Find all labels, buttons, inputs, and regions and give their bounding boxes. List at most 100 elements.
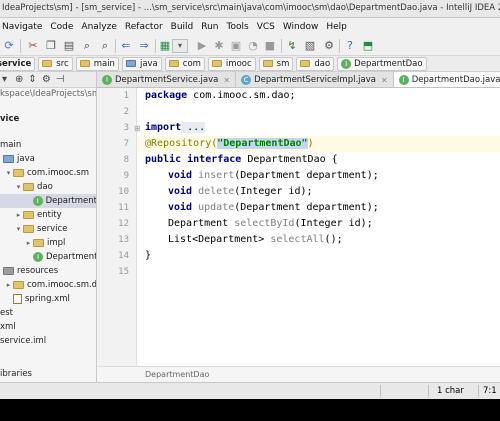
help-icon[interactable]: ? xyxy=(343,39,357,53)
vcs-update-icon[interactable]: ↯ xyxy=(285,39,299,53)
menu-analyze[interactable]: Analyze xyxy=(81,22,116,32)
tree-node-com-imooc-sm-dao[interactable]: ▸ com.imooc.sm.dao xyxy=(4,278,97,292)
tab-departmentdao[interactable]: I DepartmentDao.java ✕ xyxy=(393,72,500,87)
hide-icon[interactable]: ⊣ xyxy=(56,74,65,85)
tree-node-impl[interactable]: ▸ impl xyxy=(24,236,66,250)
menu-bar: Navigate Code Analyze Refactor Build Run… xyxy=(0,18,500,36)
tree-node-departmentservice[interactable]: I Department xyxy=(33,250,96,264)
cut-icon[interactable]: ✂ xyxy=(26,39,40,53)
tree-node-com-imooc-sm[interactable]: ▾ com.imooc.sm xyxy=(4,166,89,180)
method-name: delete xyxy=(192,186,235,197)
nav-crumb-sm[interactable]: sm xyxy=(258,56,294,71)
tree-node-resources[interactable]: ▾ resources xyxy=(0,264,58,278)
line-number: 9 xyxy=(123,171,129,181)
status-caret-position[interactable]: 7:1 xyxy=(483,386,497,396)
interface-icon: I xyxy=(341,58,352,69)
line-number: 12 xyxy=(118,219,129,229)
nav-crumb-dao[interactable]: dao xyxy=(296,56,335,71)
find-icon[interactable]: ⌕ xyxy=(80,39,94,53)
tree-node-label: java xyxy=(17,154,35,164)
code-text: (Department department); xyxy=(234,170,379,181)
replace-icon[interactable]: ⌕ xyxy=(98,39,112,53)
fold-icon[interactable]: ⊞ xyxy=(134,124,141,133)
tree-node-label: main xyxy=(0,140,22,150)
menu-tools[interactable]: Tools xyxy=(227,22,249,32)
run-config-dropdown[interactable]: ▾ xyxy=(172,39,188,53)
tree-node-label: service.iml xyxy=(0,336,47,346)
tree-node-entity[interactable]: ▸ entity xyxy=(14,208,62,222)
nav-crumb-imooc[interactable]: imooc xyxy=(207,56,256,71)
code-line-import[interactable]: import ... xyxy=(145,122,206,133)
menu-refactor[interactable]: Refactor xyxy=(125,22,163,32)
menu-run[interactable]: Run xyxy=(201,22,218,32)
menu-code[interactable]: Code xyxy=(50,22,73,32)
tree-node-main[interactable]: main xyxy=(0,138,21,152)
gear-icon[interactable]: ⚙ xyxy=(42,74,51,85)
menu-window[interactable]: Window xyxy=(283,22,319,32)
paste-icon[interactable]: ▤ xyxy=(62,39,76,53)
tree-node-module[interactable]: vice xyxy=(0,112,19,126)
menu-help[interactable]: Help xyxy=(326,22,347,32)
tree-node-pom-xml[interactable]: xml xyxy=(0,320,16,334)
profile-icon[interactable]: ◔ xyxy=(246,39,260,53)
tab-departmentserviceimpl[interactable]: C DepartmentServiceImpl.java ✕ xyxy=(236,72,394,87)
nav-crumb-com[interactable]: com xyxy=(164,56,205,71)
code-text: (Integer id); xyxy=(234,186,313,197)
menu-vcs[interactable]: VCS xyxy=(257,22,275,32)
annotation: @Repository( xyxy=(145,138,218,149)
tree-node-service[interactable]: ▾ service xyxy=(14,222,68,236)
nav-crumb-label: sm xyxy=(276,58,290,69)
tree-node-departmentdao[interactable]: I Department xyxy=(0,194,97,208)
chevron-down-icon[interactable]: ▾ xyxy=(14,225,23,233)
nav-crumb-departmentdao[interactable]: I DepartmentDao xyxy=(337,56,427,71)
tree-node-spring-xml[interactable]: spring.xml xyxy=(13,292,70,306)
chevron-right-icon[interactable]: ▸ xyxy=(14,211,23,219)
folded-imports[interactable]: ... xyxy=(181,122,206,133)
stop-icon[interactable]: ■ xyxy=(263,39,277,53)
back-icon[interactable]: ⇐ xyxy=(119,39,133,53)
copy-icon[interactable]: ❐ xyxy=(44,39,58,53)
tree-node-test[interactable]: est xyxy=(0,306,13,320)
code-text: Department xyxy=(168,218,229,229)
target-icon[interactable]: ⊕ xyxy=(15,74,23,85)
nav-crumb-src[interactable]: src xyxy=(38,56,73,71)
tab-departmentservice[interactable]: I DepartmentService.java ✕ xyxy=(97,72,237,87)
nav-crumb-main[interactable]: main xyxy=(75,56,119,71)
chevron-right-icon[interactable]: ▸ xyxy=(4,281,13,289)
forward-icon[interactable]: ⇒ xyxy=(137,39,151,53)
nav-crumb-service[interactable]: service xyxy=(0,56,36,71)
collapse-icon[interactable]: ⇕ xyxy=(28,74,36,85)
code-line-interface-decl: public interface DepartmentDao { xyxy=(145,154,338,165)
settings-icon[interactable]: ⚙ xyxy=(322,39,336,53)
menu-navigate[interactable]: Navigate xyxy=(2,22,42,32)
run-icon[interactable]: ▶ xyxy=(195,39,209,53)
close-icon[interactable]: ✕ xyxy=(381,76,388,85)
build-icon[interactable]: ▦ xyxy=(158,39,172,53)
close-icon[interactable]: ✕ xyxy=(223,76,230,85)
sync-icon[interactable]: ⟳ xyxy=(2,39,16,53)
tree-node-label: Department xyxy=(45,196,97,206)
nav-crumb-label: dao xyxy=(314,58,331,69)
tree-node-java[interactable]: ▾ java xyxy=(0,152,35,166)
title-bar: IdeaProjects\sm] - [sm_service] - ...\sm… xyxy=(0,0,500,18)
menu-build[interactable]: Build xyxy=(171,22,194,32)
package-icon xyxy=(23,225,34,233)
tree-node-label: com.imooc.sm.dao xyxy=(27,280,97,290)
line-number: 7 xyxy=(123,139,129,149)
editor-breadcrumb-item[interactable]: DepartmentDao xyxy=(145,370,209,379)
chevron-down-icon[interactable]: ▾ xyxy=(14,183,23,191)
chevron-right-icon[interactable]: ▸ xyxy=(24,239,33,247)
code-line-delete: void delete(Integer id); xyxy=(168,186,313,197)
tree-node-dao[interactable]: ▾ dao xyxy=(14,180,53,194)
chevron-down-icon[interactable]: ▾ xyxy=(4,169,13,177)
tree-node-label: entity xyxy=(37,210,62,220)
debug-icon[interactable]: ✱ xyxy=(212,39,226,53)
chevron-down-icon[interactable]: ▾ xyxy=(2,74,7,85)
tree-node-external-libraries[interactable]: ibraries xyxy=(0,369,32,379)
nav-crumb-java[interactable]: java xyxy=(121,56,162,71)
tree-node-iml[interactable]: service.iml xyxy=(0,334,46,348)
status-separator xyxy=(428,385,429,397)
project-structure-icon[interactable]: ▧ xyxy=(303,39,317,53)
terminal-icon[interactable]: ⬒ xyxy=(361,39,375,53)
coverage-icon[interactable]: ▣ xyxy=(229,39,243,53)
